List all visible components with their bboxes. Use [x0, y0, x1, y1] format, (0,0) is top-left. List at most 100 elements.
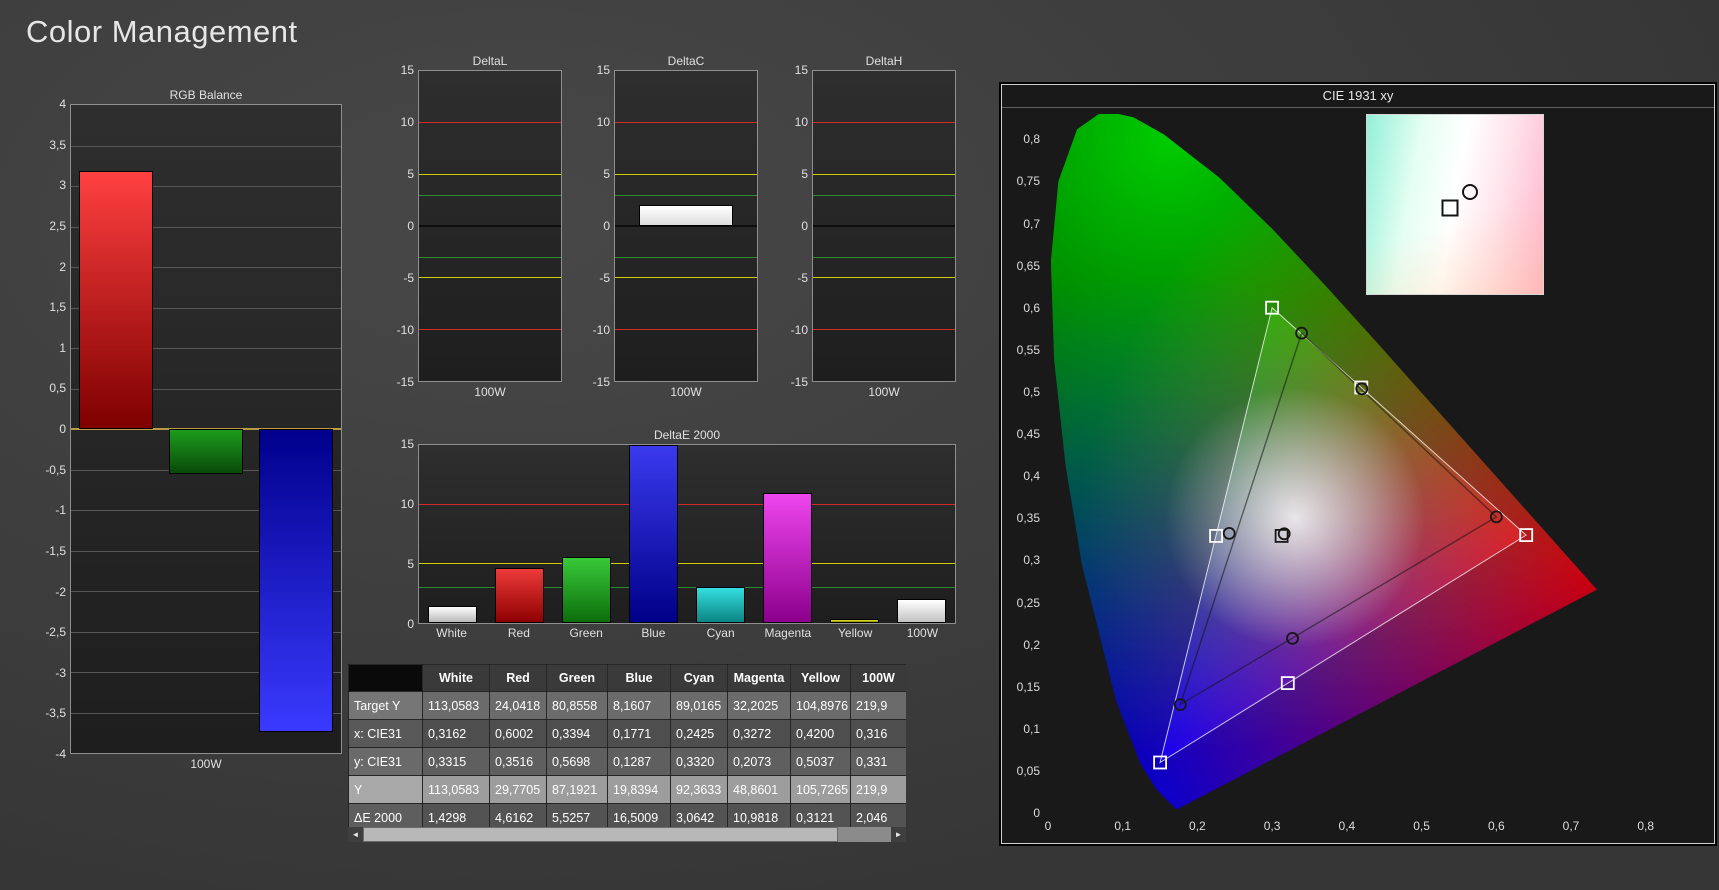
table-cell[interactable]: 219,9 — [850, 691, 906, 720]
y-tick-label: 15 — [794, 63, 808, 77]
delta-l-plot — [418, 70, 562, 382]
table-cell[interactable]: 0,5037 — [790, 747, 851, 776]
table-cell[interactable]: 80,8558 — [546, 691, 608, 720]
cie-x-tick-label: 0,6 — [1487, 819, 1505, 833]
bar-yellow — [830, 619, 879, 623]
column-header-magenta: Magenta — [727, 664, 791, 692]
table-cell[interactable]: 0,3320 — [670, 747, 728, 776]
delta-c-plot — [614, 70, 758, 382]
y-tick-label: 10 — [794, 115, 808, 129]
table-cell[interactable]: 0,2073 — [727, 747, 791, 776]
cie-y-tick-label: 0,05 — [1016, 763, 1040, 778]
cie-y-tick-label: 0,65 — [1016, 258, 1040, 273]
table-cell[interactable]: 0,3162 — [422, 719, 490, 748]
table-cell[interactable]: 0,5698 — [546, 747, 608, 776]
table-cell[interactable]: 92,3633 — [670, 775, 728, 804]
table-cell[interactable]: 0,6002 — [489, 719, 547, 748]
cie-y-tick-label: 0,5 — [1023, 384, 1040, 399]
table-cell[interactable]: 87,1921 — [546, 775, 608, 804]
ref-line--10 — [813, 328, 955, 330]
measurement-table-panel: White Red Green Blue Cyan Magenta Yellow 100W Ta… — [348, 664, 906, 842]
table-cell[interactable]: 104,8976 — [790, 691, 851, 720]
table-cell[interactable]: 19,8394 — [607, 775, 671, 804]
table-cell[interactable]: 0,331 — [850, 747, 906, 776]
table-cell[interactable]: 48,8601 — [727, 775, 791, 804]
gridline — [71, 145, 341, 147]
ref-line--5 — [419, 277, 561, 279]
row-label-y: Y — [348, 775, 423, 804]
table-cell[interactable]: 0,3315 — [422, 747, 490, 776]
ref-line--5 — [615, 277, 757, 279]
table-horizontal-scrollbar[interactable]: ◄ ► — [348, 827, 906, 842]
table-row-target-y[interactable]: Target Y 113,0583 24,0418 80,8558 8,1607 89,0… — [348, 691, 906, 720]
delta-e-category-labels: White Red Green Blue Cyan Magenta Yellow 100W — [418, 626, 956, 640]
ref-line-10 — [419, 503, 955, 505]
category-label-cyan: Cyan — [706, 626, 735, 640]
y-tick-label: 10 — [400, 497, 414, 511]
ref-line-5 — [615, 173, 757, 175]
delta-c-panel: DeltaC 15 10 5 0 -5 -10 -15 100W — [588, 52, 758, 404]
scrollbar-thumb[interactable] — [363, 827, 839, 842]
row-label-x-cie31: x: CIE31 — [348, 719, 423, 748]
y-tick-label: 0 — [407, 617, 414, 631]
y-tick-label: -5 — [599, 271, 610, 285]
ref-line-0 — [419, 225, 561, 227]
cie-x-tick-label: 0 — [1044, 819, 1052, 833]
table-cell[interactable]: 105,7265 — [790, 775, 851, 804]
cie-plot-area — [1048, 114, 1698, 813]
cie-x-tick-label: 0,8 — [1637, 819, 1655, 833]
column-header-red: Red — [489, 664, 547, 692]
cie-y-tick-label: 0,75 — [1016, 174, 1040, 189]
y-tick-label: -10 — [396, 323, 414, 337]
table-row-y[interactable]: Y 113,0583 29,7705 87,1921 19,8394 92,3633 48,… — [348, 775, 906, 804]
table-cell[interactable]: 32,2025 — [727, 691, 791, 720]
bar-green — [562, 557, 611, 623]
scroll-left-button[interactable]: ◄ — [348, 827, 363, 842]
cie-x-tick-label: 0,2 — [1189, 819, 1206, 833]
cie-x-tick-label: 0,3 — [1263, 819, 1281, 833]
y-tick-label: 2 — [59, 259, 66, 274]
table-cell[interactable]: 0,3394 — [546, 719, 608, 748]
scrollbar-track[interactable] — [363, 827, 891, 842]
table-cell[interactable]: 0,1287 — [607, 747, 671, 776]
y-tick-label: -3 — [55, 665, 66, 680]
delta-h-plot — [812, 70, 956, 382]
y-tick-label: 3,5 — [49, 137, 66, 152]
y-tick-label: -3,5 — [45, 706, 66, 721]
table-cell[interactable]: 113,0583 — [422, 775, 490, 804]
delta-e-2000-panel: DeltaE 2000 15 10 5 0 White Red Green Blue Cyan… — [392, 426, 956, 646]
cie-x-tick-label: 0,7 — [1562, 819, 1580, 833]
table-cell[interactable]: 219,9 — [850, 775, 906, 804]
table-cell[interactable]: 89,0165 — [670, 691, 728, 720]
table-cell[interactable]: 113,0583 — [422, 691, 490, 720]
cie-y-tick-label: 0,6 — [1023, 300, 1040, 315]
table-row-y-cie31[interactable]: y: CIE31 0,3315 0,3516 0,5698 0,1287 0,3320 0,… — [348, 747, 906, 776]
y-tick-label: 2,5 — [49, 218, 66, 233]
y-tick-label: -2,5 — [45, 625, 66, 640]
table-row-x-cie31[interactable]: x: CIE31 0,3162 0,6002 0,3394 0,1771 0,2425 0,… — [348, 719, 906, 748]
cie-y-tick-label: 0,1 — [1023, 721, 1040, 736]
table-cell[interactable]: 0,316 — [850, 719, 906, 748]
rgb-balance-y-axis: 4 3,5 3 2,5 2 1,5 1 0,5 0 -0,5 -1 -1,5 -2 -2,5 -3 -3,5 -… — [40, 97, 70, 761]
table-cell[interactable]: 0,3516 — [489, 747, 547, 776]
table-cell[interactable]: 0,3272 — [727, 719, 791, 748]
category-label-red: Red — [507, 626, 530, 640]
table-cell[interactable]: 8,1607 — [607, 691, 671, 720]
delta-e-plot — [418, 444, 956, 624]
table-cell[interactable]: 0,2425 — [670, 719, 728, 748]
ref-line-10 — [419, 122, 561, 124]
table-cell[interactable]: 0,4200 — [790, 719, 851, 748]
y-tick-label: 10 — [400, 115, 414, 129]
bar-100w — [897, 598, 946, 623]
delta-h-y-axis: 15 10 5 0 -5 -10 -15 — [786, 63, 812, 389]
category-label-100w: 100W — [906, 626, 939, 640]
bar-white — [428, 606, 477, 623]
table-cell[interactable]: 0,1771 — [607, 719, 671, 748]
table-cell[interactable]: 24,0418 — [489, 691, 547, 720]
y-tick-label: -1 — [55, 503, 66, 518]
scroll-right-button[interactable]: ► — [891, 827, 906, 842]
delta-h-title: DeltaH — [865, 54, 903, 68]
table-cell[interactable]: 29,7705 — [489, 775, 547, 804]
y-tick-label: 0 — [407, 219, 414, 233]
bar-100w — [639, 204, 733, 226]
